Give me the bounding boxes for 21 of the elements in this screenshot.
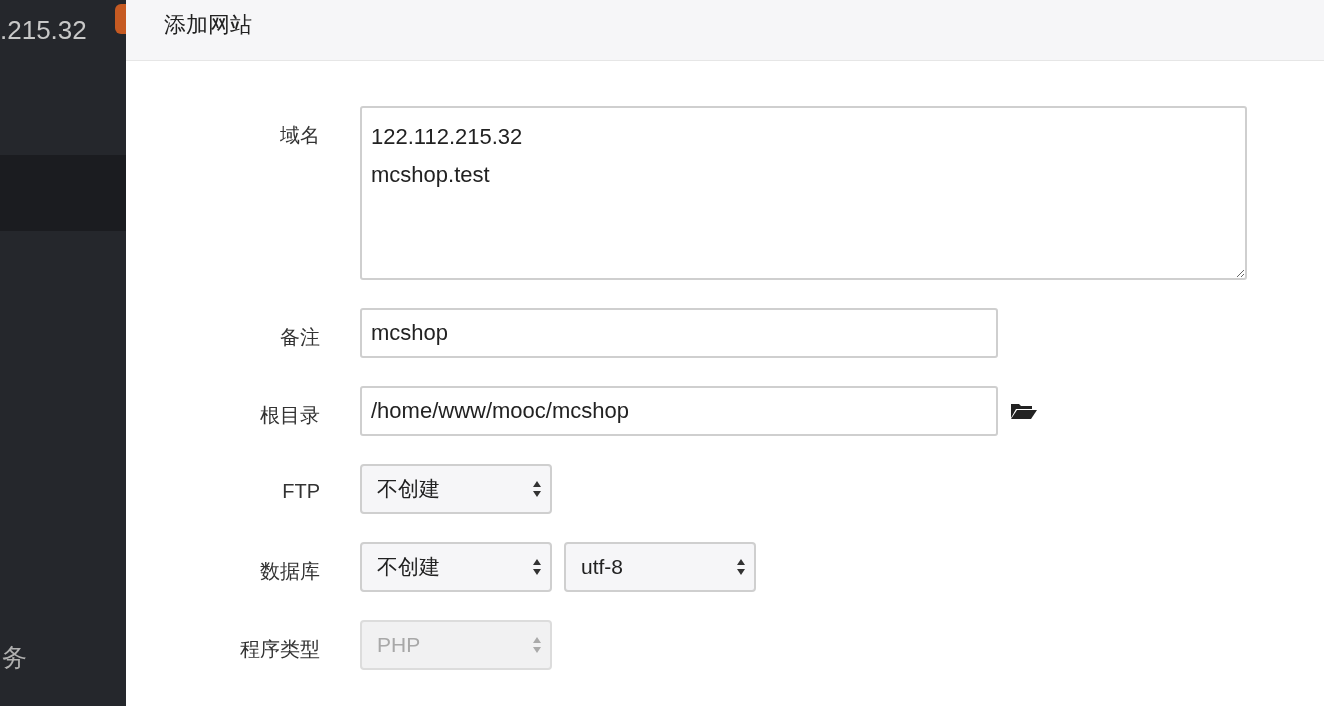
field-label: 根目录 (259, 403, 320, 428)
field-label: 程序类型 (239, 637, 320, 662)
field-label: FTP (281, 479, 320, 503)
caret-icon (736, 558, 746, 576)
sidebar-item[interactable]: 务 (0, 637, 40, 677)
text-field[interactable]: /home/www/mooc/mcshop (360, 386, 998, 436)
status-badge (115, 4, 126, 34)
host-address: .215.32 (0, 14, 87, 46)
select-dropdown[interactable]: 不创建 (360, 542, 552, 592)
caret-icon (532, 636, 542, 654)
text-field[interactable]: mcshop (360, 308, 998, 358)
field-label: 备注 (279, 325, 320, 350)
field-label: 数据库 (259, 559, 320, 584)
caret-icon (532, 480, 542, 498)
select-dropdown[interactable]: 不创建 (360, 464, 552, 514)
domain-field[interactable]: 122.112.215.32 mcshop.test (360, 106, 1247, 280)
caret-icon (532, 558, 542, 576)
select-dropdown[interactable]: utf-8 (564, 542, 756, 592)
field-label: 域名 (279, 123, 320, 148)
dialog-title: 添加网站 (164, 11, 252, 39)
folder-icon[interactable] (1010, 402, 1038, 420)
